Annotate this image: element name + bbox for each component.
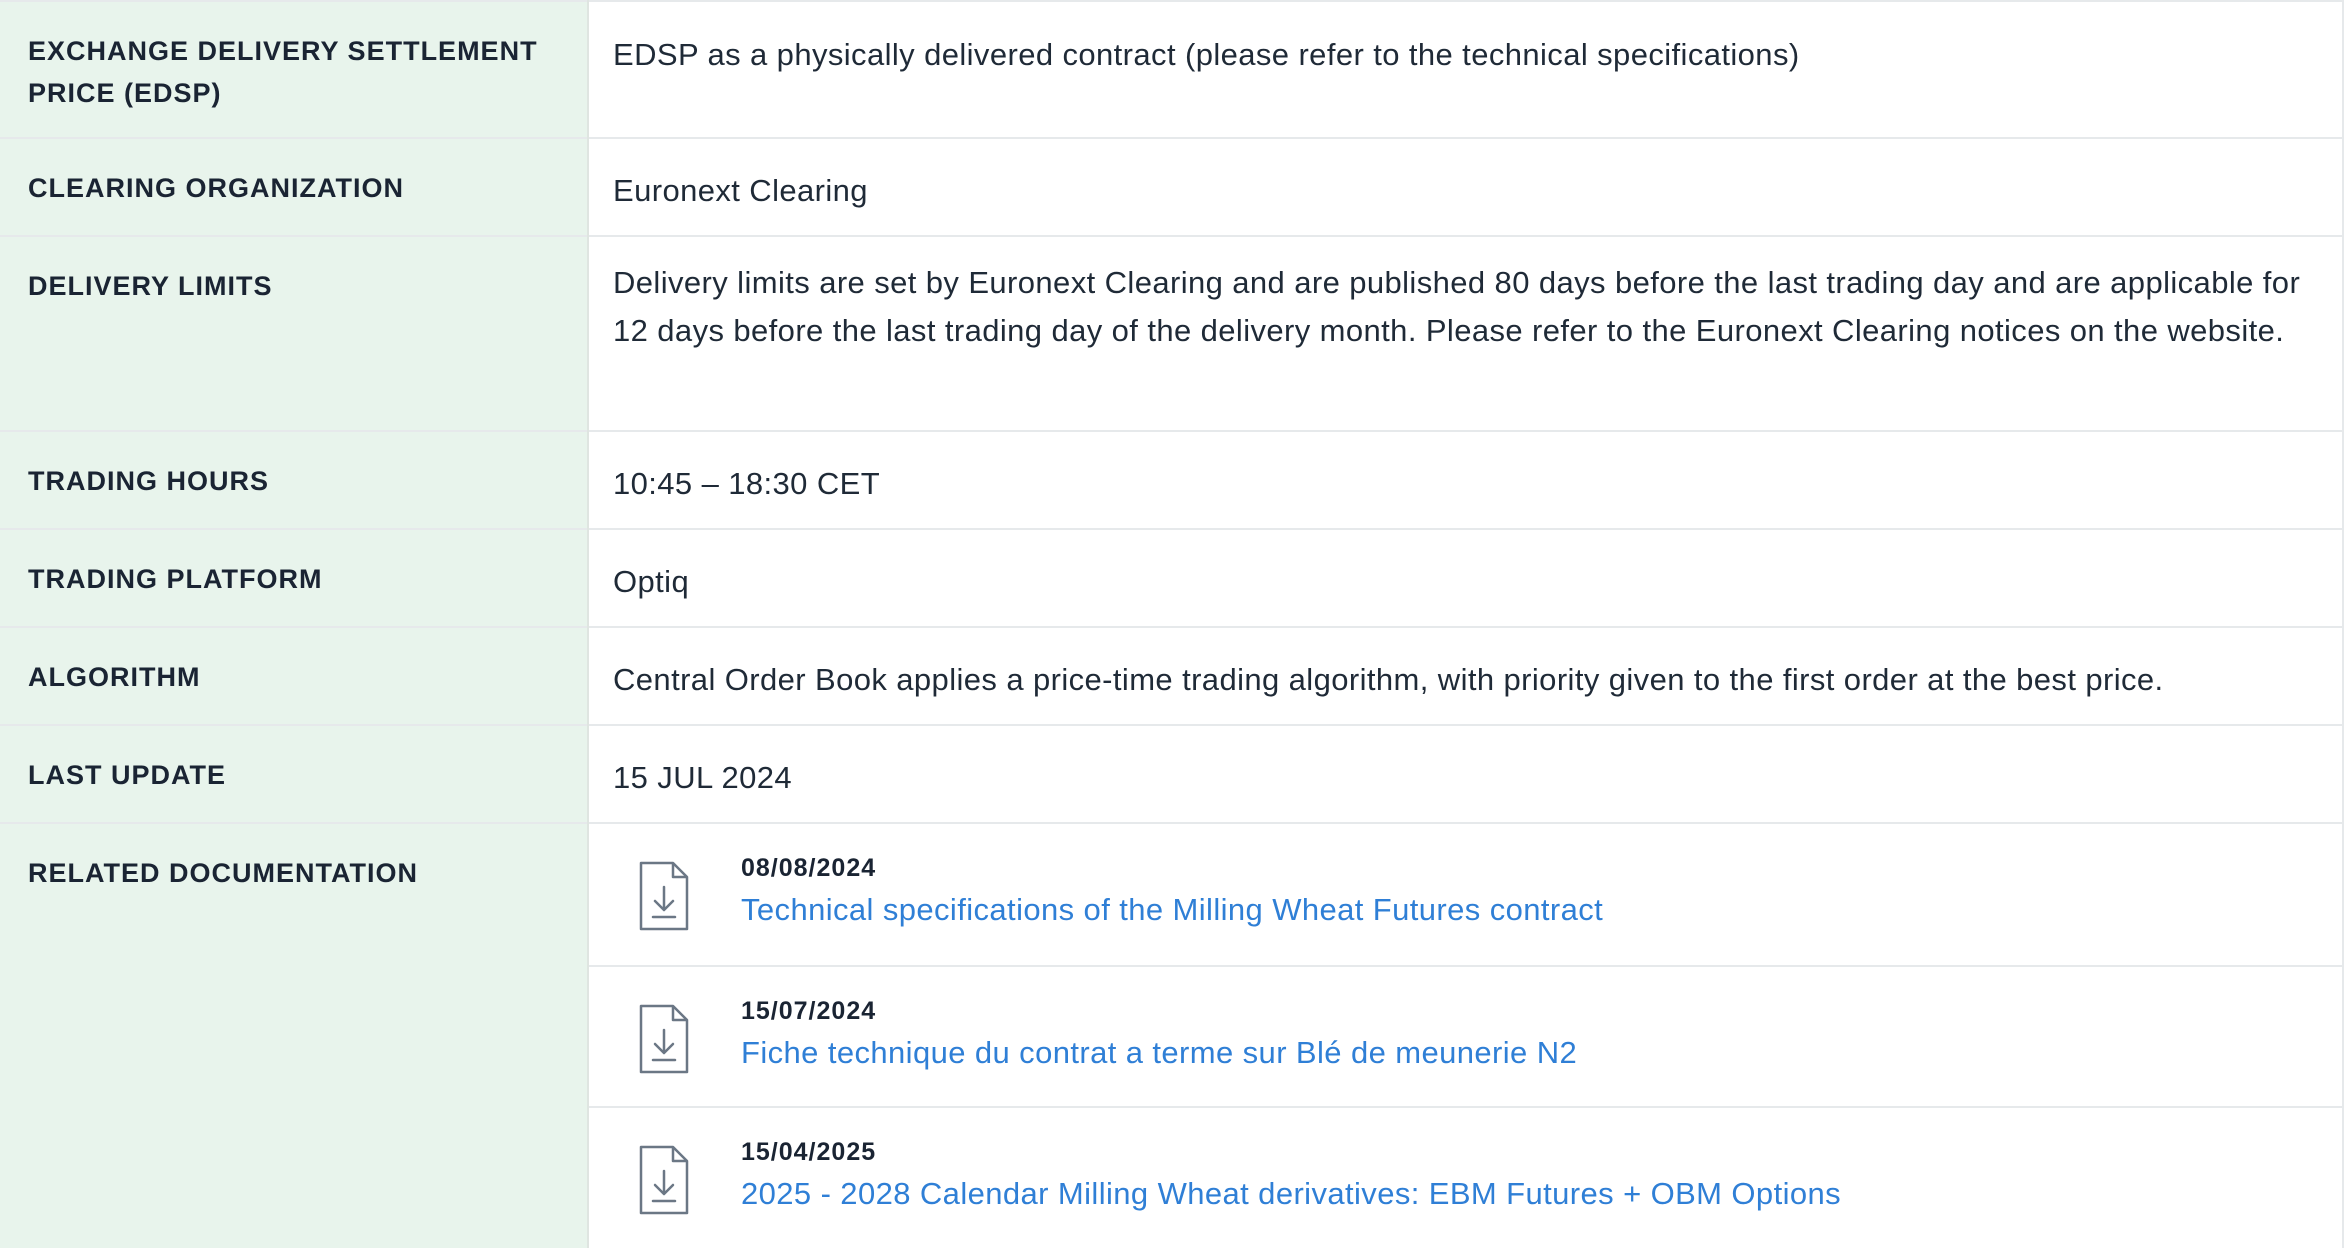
spec-row-clearing-organization: CLEARING ORGANIZATION Euronext Clearing xyxy=(0,137,2344,236)
spec-label-cell: EXCHANGE DELIVERY SETTLEMENT PRICE (EDSP… xyxy=(0,0,589,138)
document-link[interactable]: Technical specifications of the Milling … xyxy=(741,892,1603,928)
spec-row-last-update: LAST UPDATE 15 JUL 2024 xyxy=(0,724,2344,823)
spec-label-cell: TRADING PLATFORM xyxy=(0,528,589,627)
spec-row-algorithm: ALGORITHM Central Order Book applies a p… xyxy=(0,626,2344,725)
file-download-icon[interactable] xyxy=(639,861,689,931)
file-download-icon[interactable] xyxy=(639,1145,689,1215)
spec-label-cell: CLEARING ORGANIZATION xyxy=(0,137,589,236)
spec-label-clearing-organization: CLEARING ORGANIZATION xyxy=(28,173,404,203)
spec-value-trading-hours: 10:45 – 18:30 CET xyxy=(613,466,881,501)
spec-row-trading-platform: TRADING PLATFORM Optiq xyxy=(0,528,2344,627)
spec-label-edsp: EXCHANGE DELIVERY SETTLEMENT PRICE (EDSP… xyxy=(28,36,538,108)
document-date: 15/07/2024 xyxy=(741,997,877,1025)
document-date: 15/04/2025 xyxy=(741,1138,877,1166)
document-item: 15/04/2025 2025 - 2028 Calendar Milling … xyxy=(589,1106,2342,1247)
spec-label-trading-platform: TRADING PLATFORM xyxy=(28,564,323,594)
spec-value-algorithm: Central Order Book applies a price-time … xyxy=(613,662,2164,697)
spec-label-cell: DELIVERY LIMITS xyxy=(0,235,589,431)
document-link[interactable]: Fiche technique du contrat a terme sur B… xyxy=(741,1035,1577,1071)
spec-row-delivery-limits: DELIVERY LIMITS Delivery limits are set … xyxy=(0,235,2344,431)
document-item: 08/08/2024 Technical specifications of t… xyxy=(589,824,2342,965)
spec-value-cell: Delivery limits are set by Euronext Clea… xyxy=(588,235,2344,431)
spec-value-cell: 15 JUL 2024 xyxy=(588,724,2344,823)
spec-row-edsp: EXCHANGE DELIVERY SETTLEMENT PRICE (EDSP… xyxy=(0,0,2344,138)
spec-value-clearing-organization: Euronext Clearing xyxy=(613,173,868,208)
spec-row-related-documentation: RELATED DOCUMENTATION 08/08/2024 Technic… xyxy=(0,822,2344,1248)
file-download-icon[interactable] xyxy=(639,1004,689,1074)
spec-label-cell: LAST UPDATE xyxy=(0,724,589,823)
spec-row-trading-hours: TRADING HOURS 10:45 – 18:30 CET xyxy=(0,430,2344,529)
document-item: 15/07/2024 Fiche technique du contrat a … xyxy=(589,965,2342,1106)
spec-label-delivery-limits: DELIVERY LIMITS xyxy=(28,271,273,301)
spec-label-cell: TRADING HOURS xyxy=(0,430,589,529)
spec-value-cell: 10:45 – 18:30 CET xyxy=(588,430,2344,529)
spec-label-related-documentation: RELATED DOCUMENTATION xyxy=(28,858,418,888)
spec-value-last-update: 15 JUL 2024 xyxy=(613,760,793,795)
spec-value-trading-platform: Optiq xyxy=(613,564,690,599)
spec-label-algorithm: ALGORITHM xyxy=(28,662,201,692)
spec-value-cell: Central Order Book applies a price-time … xyxy=(588,626,2344,725)
contract-specifications-table: EXCHANGE DELIVERY SETTLEMENT PRICE (EDSP… xyxy=(0,0,2344,1248)
spec-value-cell: Optiq xyxy=(588,528,2344,627)
spec-label-trading-hours: TRADING HOURS xyxy=(28,466,269,496)
spec-value-cell: Euronext Clearing xyxy=(588,137,2344,236)
spec-label-cell: RELATED DOCUMENTATION xyxy=(0,822,589,1248)
spec-value-edsp: EDSP as a physically delivered contract … xyxy=(613,37,1800,72)
spec-label-last-update: LAST UPDATE xyxy=(28,760,226,790)
document-link[interactable]: 2025 - 2028 Calendar Milling Wheat deriv… xyxy=(741,1176,1841,1212)
spec-value-cell: EDSP as a physically delivered contract … xyxy=(588,0,2344,138)
document-date: 08/08/2024 xyxy=(741,854,877,882)
spec-label-cell: ALGORITHM xyxy=(0,626,589,725)
spec-value-delivery-limits: Delivery limits are set by Euronext Clea… xyxy=(613,265,2301,348)
related-documents-list: 08/08/2024 Technical specifications of t… xyxy=(588,822,2344,1248)
